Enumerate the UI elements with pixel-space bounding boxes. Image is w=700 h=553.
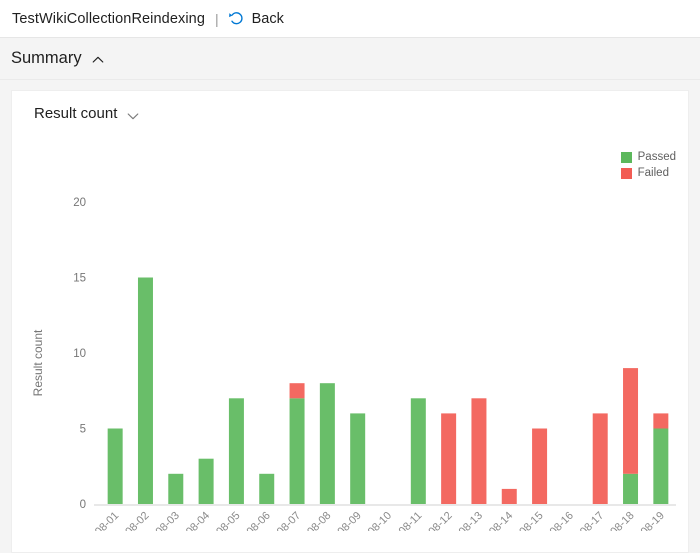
y-axis-tick-label: 15 — [73, 273, 86, 285]
chevron-up-icon[interactable] — [91, 53, 105, 67]
bar-group[interactable] — [168, 473, 184, 504]
bar-group[interactable] — [441, 413, 457, 504]
bar-group[interactable] — [623, 368, 639, 504]
bar-group[interactable] — [319, 383, 335, 504]
bar-segment-passed[interactable] — [350, 413, 366, 504]
chart-canvas: 05101520Result count2018-08-012018-08-02… — [31, 197, 676, 531]
bar-group[interactable] — [259, 473, 275, 504]
bar-group[interactable] — [532, 428, 548, 505]
y-axis-tick-label: 0 — [80, 499, 86, 511]
bar-segment-passed[interactable] — [623, 473, 639, 504]
y-axis-tick-label: 20 — [73, 197, 86, 209]
bar-segment-failed[interactable] — [471, 398, 487, 504]
bar-segment-passed[interactable] — [410, 398, 426, 504]
bar-segment-passed[interactable] — [198, 458, 214, 504]
page-titlebar: TestWikiCollectionReindexing | Back — [0, 0, 700, 37]
bar-segment-passed[interactable] — [168, 473, 184, 504]
bar-group[interactable] — [501, 488, 517, 504]
back-button[interactable]: Back — [228, 10, 284, 27]
back-button-label: Back — [251, 10, 284, 27]
bar-segment-failed[interactable] — [623, 368, 639, 474]
bar-group[interactable] — [410, 398, 426, 504]
bar-segment-passed[interactable] — [653, 428, 669, 505]
title-separator: | — [215, 10, 219, 27]
bar-group[interactable] — [653, 413, 669, 505]
bar-segment-failed[interactable] — [592, 413, 608, 504]
bar-group[interactable] — [350, 413, 366, 504]
bar-segment-failed[interactable] — [441, 413, 457, 504]
bar-group[interactable] — [228, 398, 244, 504]
bar-group[interactable] — [289, 383, 305, 504]
bar-segment-passed[interactable] — [259, 473, 275, 504]
stacked-bar-chart: 05101520Result count2018-08-012018-08-02… — [12, 91, 688, 552]
page-title: TestWikiCollectionReindexing — [12, 10, 205, 27]
bar-segment-passed[interactable] — [137, 277, 153, 505]
page-body: Result count Passed Failed 0 5 10 15 20 Resul… — [0, 80, 700, 553]
bar-segment-passed[interactable] — [289, 398, 305, 504]
bar-segment-passed[interactable] — [319, 383, 335, 504]
y-axis-tick-label: 10 — [73, 348, 86, 360]
back-arrow-icon — [228, 10, 245, 27]
y-axis-tick-label: 5 — [80, 424, 86, 436]
bar-segment-failed[interactable] — [501, 488, 517, 504]
bar-segment-passed[interactable] — [107, 428, 123, 505]
y-axis-title: Result count — [31, 329, 45, 396]
chart-card: Result count Passed Failed 0 5 10 15 20 Resul… — [11, 90, 689, 553]
bar-group[interactable] — [107, 428, 123, 505]
bar-group[interactable] — [137, 277, 153, 505]
bar-segment-passed[interactable] — [228, 398, 244, 504]
bar-segment-failed[interactable] — [289, 383, 305, 399]
bar-segment-failed[interactable] — [532, 428, 548, 505]
bar-group[interactable] — [592, 413, 608, 504]
summary-section-header[interactable]: Summary — [0, 37, 700, 80]
x-axis-tick-label: 2018-08-01 — [73, 510, 121, 531]
bar-group[interactable] — [198, 458, 214, 504]
bar-group[interactable] — [471, 398, 487, 504]
summary-title: Summary — [11, 49, 82, 67]
bar-segment-failed[interactable] — [653, 413, 669, 429]
